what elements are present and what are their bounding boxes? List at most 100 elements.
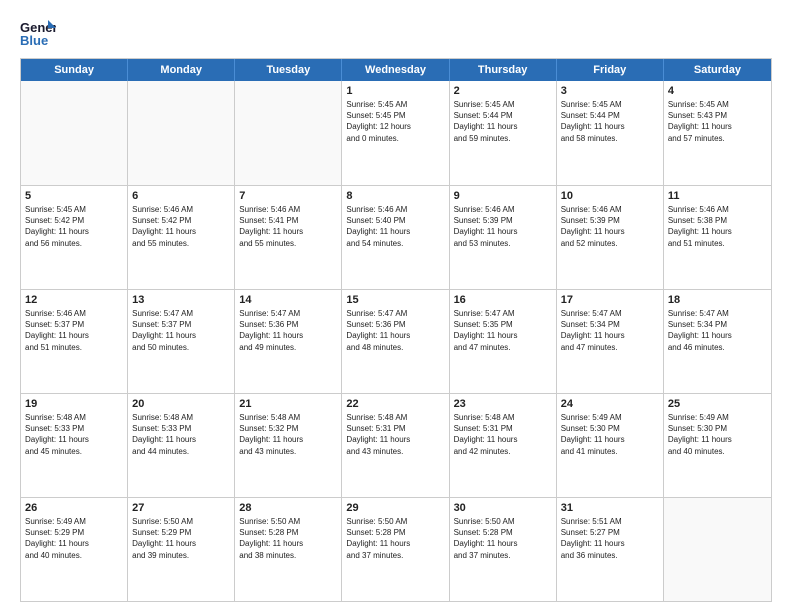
logo: General Blue xyxy=(20,18,56,48)
day-number: 7 xyxy=(239,190,337,202)
calendar-header: SundayMondayTuesdayWednesdayThursdayFrid… xyxy=(21,59,771,81)
weekday-header: Friday xyxy=(557,59,664,81)
calendar-cell: 26Sunrise: 5:49 AM Sunset: 5:29 PM Dayli… xyxy=(21,498,128,601)
day-number: 4 xyxy=(668,85,767,97)
cell-info: Sunrise: 5:50 AM Sunset: 5:28 PM Dayligh… xyxy=(454,516,552,561)
calendar-cell xyxy=(664,498,771,601)
calendar-cell: 8 Sunrise: 5:46 AM Sunset: 5:40 PM Daylig… xyxy=(342,186,449,289)
calendar-cell: 29 Sunrise: 5:50 AM Sunset: 5:28 PM Dayli… xyxy=(342,498,449,601)
cell-info: Sunrise: 5:49 AM Sunset: 5:29 PM Dayligh… xyxy=(25,516,123,561)
cell-info: Sunrise: 5:49 AM Sunset: 5:30 PM Dayligh… xyxy=(561,412,659,457)
day-number: 19 xyxy=(25,398,123,410)
cell-info: Sunrise: 5:48 AM Sunset: 5:33 PM Dayligh… xyxy=(132,412,230,457)
calendar-cell: 6 Sunrise: 5:46 AM Sunset: 5:42 PM Daylig… xyxy=(128,186,235,289)
svg-text:Blue: Blue xyxy=(20,33,48,48)
day-number: 25 xyxy=(668,398,767,410)
calendar-cell: 10 Sunrise: 5:46 AM Sunset: 5:39 PM Dayli… xyxy=(557,186,664,289)
cell-info: Sunrise: 5:47 AM Sunset: 5:36 PM Dayligh… xyxy=(239,308,337,353)
cell-info: Sunrise: 5:50 AM Sunset: 5:28 PM Dayligh… xyxy=(346,516,444,561)
day-number: 5 xyxy=(25,190,123,202)
calendar: SundayMondayTuesdayWednesdayThursdayFrid… xyxy=(20,58,772,602)
cell-info: Sunrise: 5:46 AM Sunset: 5:41 PM Dayligh… xyxy=(239,204,337,249)
weekday-header: Sunday xyxy=(21,59,128,81)
calendar-cell: 13 Sunrise: 5:47 AM Sunset: 5:37 PM Dayli… xyxy=(128,290,235,393)
logo-icon: General Blue xyxy=(20,18,56,48)
calendar-cell xyxy=(128,81,235,185)
day-number: 9 xyxy=(454,190,552,202)
calendar-cell: 18 Sunrise: 5:47 AM Sunset: 5:34 PM Dayli… xyxy=(664,290,771,393)
calendar-cell: 3 Sunrise: 5:45 AM Sunset: 5:44 PM Daylig… xyxy=(557,81,664,185)
calendar-cell: 20Sunrise: 5:48 AM Sunset: 5:33 PM Dayli… xyxy=(128,394,235,497)
page: General Blue SundayMondayTuesdayWednesda… xyxy=(0,0,792,612)
calendar-cell: 27 Sunrise: 5:50 AM Sunset: 5:29 PM Dayli… xyxy=(128,498,235,601)
day-number: 17 xyxy=(561,294,659,306)
day-number: 23 xyxy=(454,398,552,410)
weekday-header: Thursday xyxy=(450,59,557,81)
cell-info: Sunrise: 5:50 AM Sunset: 5:29 PM Dayligh… xyxy=(132,516,230,561)
header: General Blue xyxy=(20,18,772,48)
day-number: 10 xyxy=(561,190,659,202)
day-number: 28 xyxy=(239,502,337,514)
calendar-row: 26Sunrise: 5:49 AM Sunset: 5:29 PM Dayli… xyxy=(21,497,771,601)
calendar-cell: 15Sunrise: 5:47 AM Sunset: 5:36 PM Dayli… xyxy=(342,290,449,393)
day-number: 13 xyxy=(132,294,230,306)
day-number: 21 xyxy=(239,398,337,410)
day-number: 8 xyxy=(346,190,444,202)
calendar-cell: 9 Sunrise: 5:46 AM Sunset: 5:39 PM Daylig… xyxy=(450,186,557,289)
calendar-cell: 5Sunrise: 5:45 AM Sunset: 5:42 PM Daylig… xyxy=(21,186,128,289)
calendar-row: 5Sunrise: 5:45 AM Sunset: 5:42 PM Daylig… xyxy=(21,185,771,289)
cell-info: Sunrise: 5:48 AM Sunset: 5:31 PM Dayligh… xyxy=(454,412,552,457)
cell-info: Sunrise: 5:46 AM Sunset: 5:37 PM Dayligh… xyxy=(25,308,123,353)
day-number: 2 xyxy=(454,85,552,97)
calendar-cell: 4 Sunrise: 5:45 AM Sunset: 5:43 PM Daylig… xyxy=(664,81,771,185)
cell-info: Sunrise: 5:47 AM Sunset: 5:34 PM Dayligh… xyxy=(668,308,767,353)
day-number: 31 xyxy=(561,502,659,514)
cell-info: Sunrise: 5:45 AM Sunset: 5:44 PM Dayligh… xyxy=(561,99,659,144)
day-number: 11 xyxy=(668,190,767,202)
cell-info: Sunrise: 5:45 AM Sunset: 5:43 PM Dayligh… xyxy=(668,99,767,144)
calendar-cell: 25 Sunrise: 5:49 AM Sunset: 5:30 PM Dayli… xyxy=(664,394,771,497)
calendar-row: 12 Sunrise: 5:46 AM Sunset: 5:37 PM Dayli… xyxy=(21,289,771,393)
cell-info: Sunrise: 5:50 AM Sunset: 5:28 PM Dayligh… xyxy=(239,516,337,561)
calendar-cell: 17Sunrise: 5:47 AM Sunset: 5:34 PM Dayli… xyxy=(557,290,664,393)
day-number: 30 xyxy=(454,502,552,514)
calendar-cell: 24 Sunrise: 5:49 AM Sunset: 5:30 PM Dayli… xyxy=(557,394,664,497)
calendar-cell xyxy=(235,81,342,185)
calendar-body: 1Sunrise: 5:45 AM Sunset: 5:45 PM Daylig… xyxy=(21,81,771,601)
cell-info: Sunrise: 5:46 AM Sunset: 5:38 PM Dayligh… xyxy=(668,204,767,249)
weekday-header: Monday xyxy=(128,59,235,81)
day-number: 15 xyxy=(346,294,444,306)
weekday-header: Wednesday xyxy=(342,59,449,81)
day-number: 22 xyxy=(346,398,444,410)
day-number: 27 xyxy=(132,502,230,514)
day-number: 29 xyxy=(346,502,444,514)
cell-info: Sunrise: 5:45 AM Sunset: 5:44 PM Dayligh… xyxy=(454,99,552,144)
calendar-cell: 23 Sunrise: 5:48 AM Sunset: 5:31 PM Dayli… xyxy=(450,394,557,497)
cell-info: Sunrise: 5:46 AM Sunset: 5:40 PM Dayligh… xyxy=(346,204,444,249)
cell-info: Sunrise: 5:46 AM Sunset: 5:39 PM Dayligh… xyxy=(561,204,659,249)
calendar-cell: 30 Sunrise: 5:50 AM Sunset: 5:28 PM Dayli… xyxy=(450,498,557,601)
weekday-header: Tuesday xyxy=(235,59,342,81)
calendar-cell: 11 Sunrise: 5:46 AM Sunset: 5:38 PM Dayli… xyxy=(664,186,771,289)
day-number: 12 xyxy=(25,294,123,306)
cell-info: Sunrise: 5:51 AM Sunset: 5:27 PM Dayligh… xyxy=(561,516,659,561)
day-number: 24 xyxy=(561,398,659,410)
cell-info: Sunrise: 5:49 AM Sunset: 5:30 PM Dayligh… xyxy=(668,412,767,457)
calendar-row: 19 Sunrise: 5:48 AM Sunset: 5:33 PM Dayli… xyxy=(21,393,771,497)
day-number: 14 xyxy=(239,294,337,306)
day-number: 18 xyxy=(668,294,767,306)
cell-info: Sunrise: 5:47 AM Sunset: 5:35 PM Dayligh… xyxy=(454,308,552,353)
calendar-cell: 1Sunrise: 5:45 AM Sunset: 5:45 PM Daylig… xyxy=(342,81,449,185)
calendar-cell: 21 Sunrise: 5:48 AM Sunset: 5:32 PM Dayli… xyxy=(235,394,342,497)
day-number: 1 xyxy=(346,85,444,97)
cell-info: Sunrise: 5:46 AM Sunset: 5:39 PM Dayligh… xyxy=(454,204,552,249)
day-number: 6 xyxy=(132,190,230,202)
calendar-cell: 12 Sunrise: 5:46 AM Sunset: 5:37 PM Dayli… xyxy=(21,290,128,393)
cell-info: Sunrise: 5:48 AM Sunset: 5:32 PM Dayligh… xyxy=(239,412,337,457)
weekday-header: Saturday xyxy=(664,59,771,81)
day-number: 3 xyxy=(561,85,659,97)
calendar-cell: 31 Sunrise: 5:51 AM Sunset: 5:27 PM Dayli… xyxy=(557,498,664,601)
cell-info: Sunrise: 5:46 AM Sunset: 5:42 PM Dayligh… xyxy=(132,204,230,249)
calendar-cell xyxy=(21,81,128,185)
cell-info: Sunrise: 5:47 AM Sunset: 5:37 PM Dayligh… xyxy=(132,308,230,353)
